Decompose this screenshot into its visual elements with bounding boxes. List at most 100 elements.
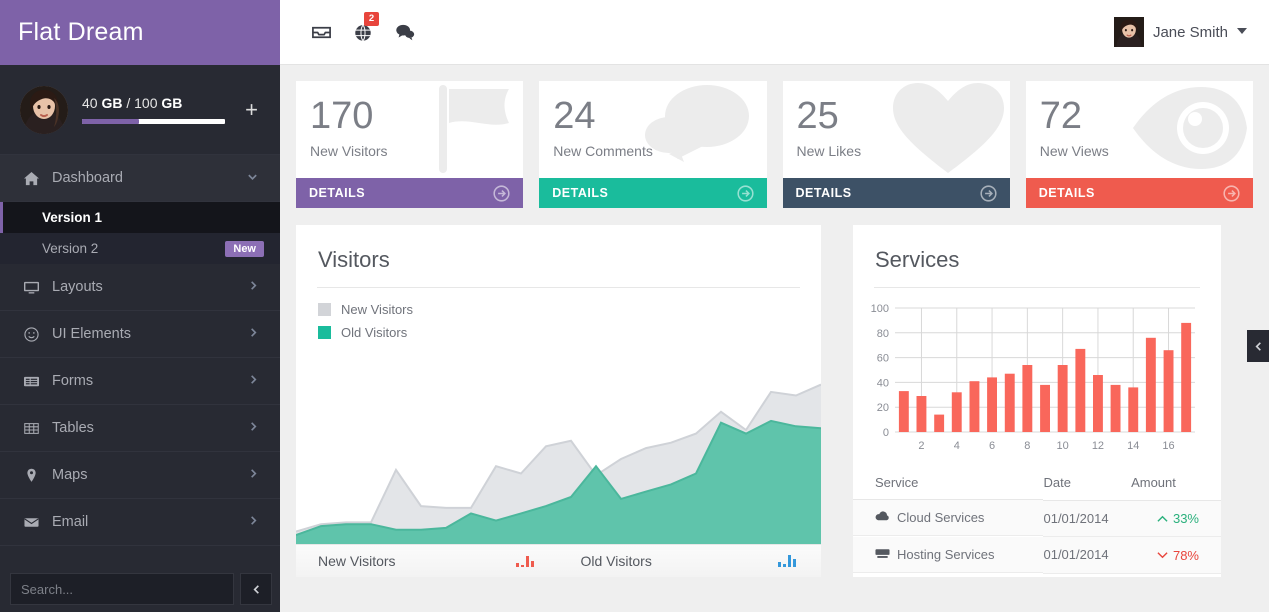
cell-service: Hosting Services [853, 536, 1044, 573]
chevron-down-icon [247, 171, 258, 185]
sidebar-item-label: Maps [52, 467, 88, 483]
stat-value: 24 [553, 95, 596, 137]
arrow-right-circle-icon [736, 184, 754, 202]
chevron-right-icon [249, 468, 258, 482]
content-area: 170 New Visitors DETAILS 24 New Comments… [280, 65, 1269, 612]
sidebar: Flat Dream 40 GB / 100 GB + Dashboard Ve… [0, 0, 280, 612]
sidebar-item-tables[interactable]: Tables [0, 405, 280, 452]
svg-text:0: 0 [883, 427, 889, 439]
stat-value: 25 [796, 95, 839, 137]
sidebar-subitem-version-1[interactable]: Version 1 [0, 202, 280, 233]
table-header-row: Service Date Amount [853, 469, 1221, 501]
trend-up-icon [1157, 515, 1168, 522]
column-header-service: Service [853, 469, 1044, 500]
chevron-right-icon [249, 515, 258, 529]
column-header-date: Date [1043, 469, 1132, 501]
svg-text:4: 4 [954, 440, 960, 452]
chevron-right-icon [249, 327, 258, 341]
cell-date: 01/01/2014 [1043, 536, 1132, 574]
sidebar-item-dashboard[interactable]: Dashboard [0, 155, 280, 202]
stat-card-new-comments: 24 New Comments DETAILS [539, 81, 767, 208]
svg-text:100: 100 [871, 303, 889, 315]
trend-down-icon [1157, 552, 1168, 559]
svg-text:40: 40 [877, 377, 889, 389]
search-input[interactable] [10, 573, 234, 605]
chevron-right-icon [249, 374, 258, 388]
footer-label: Old Visitors [580, 553, 652, 569]
sidebar-item-label: Forms [52, 373, 94, 389]
sidebar-item-email[interactable]: Email [0, 499, 280, 546]
panels-row: Visitors New Visitors Old Visitors New V… [296, 225, 1253, 577]
footer-stat-old-visitors[interactable]: Old Visitors [559, 545, 822, 577]
inbox-icon[interactable] [300, 0, 342, 65]
sidebar-collapse-button[interactable] [240, 573, 272, 605]
footer-label: New Visitors [318, 553, 396, 569]
storage-progress-fill [82, 119, 140, 124]
table-body: Cloud Services 01/01/2014 33% Hosting Se… [853, 500, 1221, 574]
user-name-label: Jane Smith [1152, 23, 1228, 41]
legend-swatch [318, 303, 331, 316]
svg-text:80: 80 [877, 328, 889, 340]
service-name: Cloud Services [897, 510, 985, 525]
details-button[interactable]: DETAILS [296, 178, 524, 208]
sidebar-item-layouts[interactable]: Layouts [0, 264, 280, 311]
add-storage-button[interactable]: + [245, 98, 258, 121]
details-label: DETAILS [309, 186, 366, 200]
footer-stat-new-visitors[interactable]: New Visitors [296, 545, 559, 577]
stat-card-body: 24 New Comments [539, 81, 766, 178]
avatar[interactable] [20, 85, 68, 134]
service-name: Hosting Services [897, 546, 995, 562]
arrow-right-circle-icon [980, 184, 997, 202]
details-button[interactable]: DETAILS [539, 178, 767, 208]
dashboard-page: Flat Dream 40 GB / 100 GB + Dashboard Ve… [0, 0, 1269, 612]
sidebar-subitem-version-2[interactable]: Version 2 New [0, 233, 280, 264]
storage-used: 40 [82, 95, 98, 111]
globe-notification-icon[interactable]: 2 [342, 0, 384, 65]
user-menu[interactable]: Jane Smith [1113, 17, 1247, 47]
sidebar-item-label: Layouts [52, 279, 103, 295]
svg-text:16: 16 [1162, 440, 1174, 452]
services-table: Service Date Amount Cloud Services 01/01… [853, 469, 1221, 574]
sidebar-item-forms[interactable]: Forms [0, 358, 280, 405]
stat-value: 170 [310, 95, 374, 137]
sidebar-item-ui-elements[interactable]: UI Elements [0, 311, 280, 358]
stat-card-body: 72 New Views [1026, 81, 1253, 178]
legend-label: Old Visitors [341, 325, 408, 340]
stat-card-body: 25 New Likes [783, 81, 1010, 178]
svg-text:2: 2 [918, 440, 924, 452]
sidebar-search-bar [0, 566, 280, 612]
storage-meter: 40 GB / 100 GB [82, 95, 226, 124]
right-panel-toggle-button[interactable] [1247, 330, 1269, 362]
topbar-icon-group: 2 [300, 0, 426, 65]
chart-legend: New Visitors Old Visitors [296, 288, 821, 340]
server-icon [875, 547, 890, 562]
main-area: 2 Jane Smith 170 New Visitors DETAILS 24… [280, 0, 1269, 612]
brand-title: Flat Dream [18, 18, 144, 46]
avatar [1113, 17, 1144, 47]
amount-value: 78% [1172, 547, 1199, 563]
svg-text:60: 60 [877, 353, 889, 365]
page-title: Services [875, 247, 960, 272]
table-row[interactable]: Hosting Services 01/01/2014 78% [853, 536, 1221, 574]
details-button[interactable]: DETAILS [1025, 178, 1253, 208]
topbar: 2 Jane Smith [280, 0, 1269, 65]
storage-total: 100 [134, 95, 158, 111]
stat-card-new-views: 72 New Views DETAILS [1025, 81, 1253, 208]
map-pin-icon [24, 468, 52, 483]
visitors-area-chart [296, 359, 821, 544]
brand-logo[interactable]: Flat Dream [0, 0, 280, 65]
table-head: Service Date Amount [853, 469, 1221, 501]
details-button[interactable]: DETAILS [782, 178, 1010, 208]
sidebar-item-label: Email [52, 514, 89, 530]
services-bar-chart: 0 20 40 60 80 100 2 4 6 8 10 12 14 16 [853, 288, 1221, 465]
stat-card-body: 170 New Visitors [296, 81, 523, 178]
table-row[interactable]: Cloud Services 01/01/2014 33% [853, 500, 1221, 537]
svg-text:8: 8 [1024, 440, 1030, 452]
status-badge: 78% [1157, 548, 1199, 563]
sidebar-item-maps[interactable]: Maps [0, 452, 280, 499]
stat-label: New Likes [796, 142, 862, 159]
cell-date: 01/01/2014 [1043, 500, 1132, 537]
chevron-right-icon [249, 421, 258, 435]
chat-icon[interactable] [384, 0, 426, 65]
smiley-icon [24, 326, 52, 342]
